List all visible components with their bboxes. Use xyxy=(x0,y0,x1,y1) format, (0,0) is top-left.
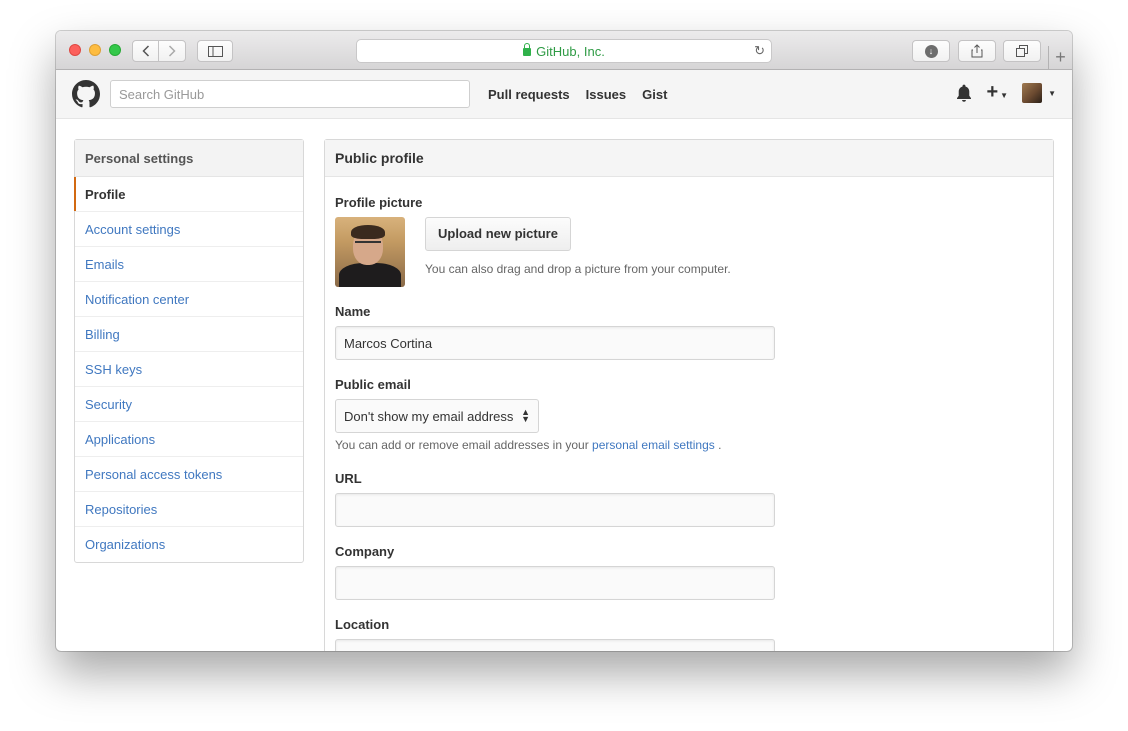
location-label: Location xyxy=(335,617,390,632)
create-new-button[interactable]: + ▼ xyxy=(986,81,1009,103)
close-window-button[interactable] xyxy=(69,44,81,56)
profile-picture-label: Profile picture xyxy=(335,195,423,210)
settings-menu-heading: Personal settings xyxy=(75,140,303,177)
nav-pull-requests[interactable]: Pull requests xyxy=(488,87,570,102)
chevron-right-icon xyxy=(168,45,176,57)
search-input[interactable] xyxy=(110,80,470,108)
name-field[interactable] xyxy=(335,326,775,360)
downloads-button[interactable]: ↓ xyxy=(912,40,950,62)
menu-item-billing[interactable]: Billing xyxy=(75,317,303,352)
menu-item-personal-access-tokens[interactable]: Personal access tokens xyxy=(75,457,303,492)
plus-icon: + xyxy=(986,81,999,103)
url-label: URL xyxy=(335,471,362,486)
back-button[interactable] xyxy=(133,41,159,61)
name-label: Name xyxy=(335,304,371,319)
public-email-selected: Don't show my email address xyxy=(344,409,514,424)
profile-picture xyxy=(335,217,405,287)
company-field[interactable] xyxy=(335,566,775,600)
upload-hint: You can also drag and drop a picture fro… xyxy=(425,262,731,276)
menu-item-emails[interactable]: Emails xyxy=(75,247,303,282)
show-tabs-button[interactable] xyxy=(1003,40,1041,62)
share-icon xyxy=(971,44,983,58)
minimize-window-button[interactable] xyxy=(89,44,101,56)
email-hint-suffix: . xyxy=(718,438,722,452)
new-tab-button[interactable]: + xyxy=(1048,46,1072,70)
user-menu-button[interactable]: ▼ xyxy=(1022,83,1056,103)
browser-toolbar: GitHub, Inc. ↻ ↓ + xyxy=(56,31,1072,70)
caret-down-icon: ▼ xyxy=(1000,91,1009,100)
history-nav xyxy=(132,40,186,62)
lock-icon xyxy=(523,43,532,56)
menu-item-profile[interactable]: Profile xyxy=(74,177,303,212)
avatar xyxy=(1022,83,1043,103)
public-email-label: Public email xyxy=(335,377,411,392)
email-hint: You can add or remove email addresses in… xyxy=(335,438,721,452)
show-sidebar-button[interactable] xyxy=(197,40,233,62)
reload-icon[interactable]: ↻ xyxy=(754,43,765,59)
bell-icon[interactable] xyxy=(956,84,972,102)
caret-down-icon: ▼ xyxy=(1048,88,1056,98)
select-arrows-icon: ▲ ▼ xyxy=(521,407,530,424)
settings-menu: Personal settings Profile Account settin… xyxy=(74,139,304,563)
zoom-window-button[interactable] xyxy=(109,44,121,56)
github-header: Pull requests Issues Gist +▼ ▼ xyxy=(56,70,1072,119)
public-email-select[interactable]: Don't show my email address ▲ ▼ xyxy=(335,399,539,433)
upload-new-picture-button[interactable]: Upload new picture xyxy=(425,217,571,251)
header-actions: + ▼ ▼ xyxy=(956,81,1056,103)
menu-item-applications[interactable]: Applications xyxy=(75,422,303,457)
github-logo-icon[interactable] xyxy=(72,80,100,108)
browser-window: GitHub, Inc. ↻ ↓ + Pull requests Issues … xyxy=(56,31,1072,651)
nav-gist[interactable]: Gist xyxy=(642,87,667,102)
panel-title: Public profile xyxy=(325,140,1053,177)
address-text: GitHub, Inc. xyxy=(536,43,605,59)
menu-item-organizations[interactable]: Organizations xyxy=(75,527,303,562)
menu-item-notification-center[interactable]: Notification center xyxy=(75,282,303,317)
menu-item-account-settings[interactable]: Account settings xyxy=(75,212,303,247)
menu-item-ssh-keys[interactable]: SSH keys xyxy=(75,352,303,387)
download-icon: ↓ xyxy=(924,44,938,58)
company-label: Company xyxy=(335,544,395,559)
forward-button[interactable] xyxy=(159,41,185,61)
address-bar[interactable]: GitHub, Inc. ↻ xyxy=(356,39,772,63)
share-button[interactable] xyxy=(958,40,996,62)
chevron-left-icon xyxy=(141,45,149,57)
top-nav: Pull requests Issues Gist xyxy=(488,87,667,102)
menu-item-repositories[interactable]: Repositories xyxy=(75,492,303,527)
tabs-icon xyxy=(1016,45,1028,57)
public-profile-panel: Public profile Profile picture Upload ne… xyxy=(324,139,1054,651)
location-field[interactable] xyxy=(335,639,775,651)
sidebar-icon xyxy=(207,45,223,57)
nav-issues[interactable]: Issues xyxy=(586,87,626,102)
url-field[interactable] xyxy=(335,493,775,527)
menu-item-security[interactable]: Security xyxy=(75,387,303,422)
personal-email-settings-link[interactable]: personal email settings xyxy=(592,438,715,452)
email-hint-text: You can add or remove email addresses in… xyxy=(335,438,589,452)
